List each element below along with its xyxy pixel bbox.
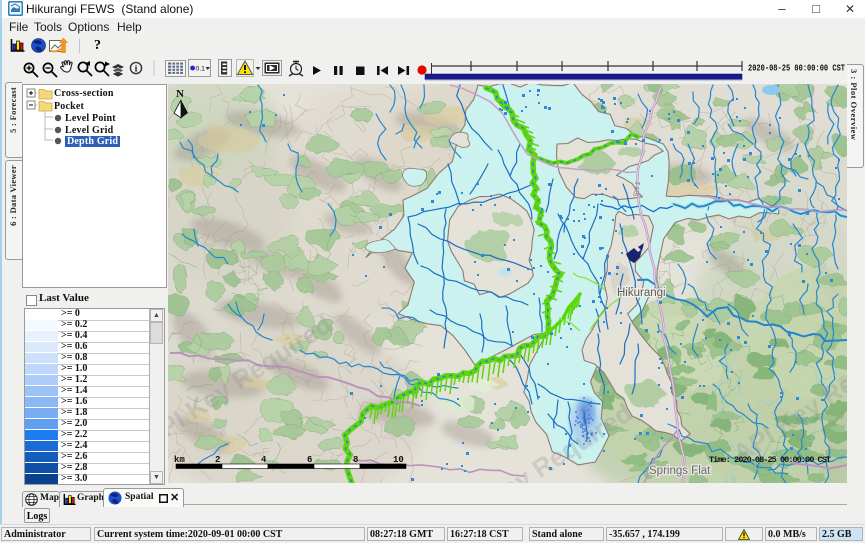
svg-text:0.1: 0.1	[196, 66, 206, 73]
svg-text:2: 2	[215, 455, 220, 465]
svg-text:km: km	[174, 455, 185, 465]
svg-text:N: N	[176, 88, 184, 100]
svg-text:Time: 2020-08-25 00:00:00 CST: Time: 2020-08-25 00:00:00 CST	[709, 455, 831, 465]
svg-text:10: 10	[393, 455, 404, 465]
svg-text:6: 6	[307, 455, 312, 465]
svg-text:Springs Flat: Springs Flat	[649, 465, 711, 477]
svg-text:8: 8	[353, 455, 358, 465]
svg-text:i: i	[135, 64, 138, 74]
svg-text:Hikurangi: Hikurangi	[617, 287, 666, 299]
svg-text:2020-08-25 00:00:00 CST: 2020-08-25 00:00:00 CST	[748, 63, 845, 74]
svg-text:4: 4	[261, 455, 267, 465]
